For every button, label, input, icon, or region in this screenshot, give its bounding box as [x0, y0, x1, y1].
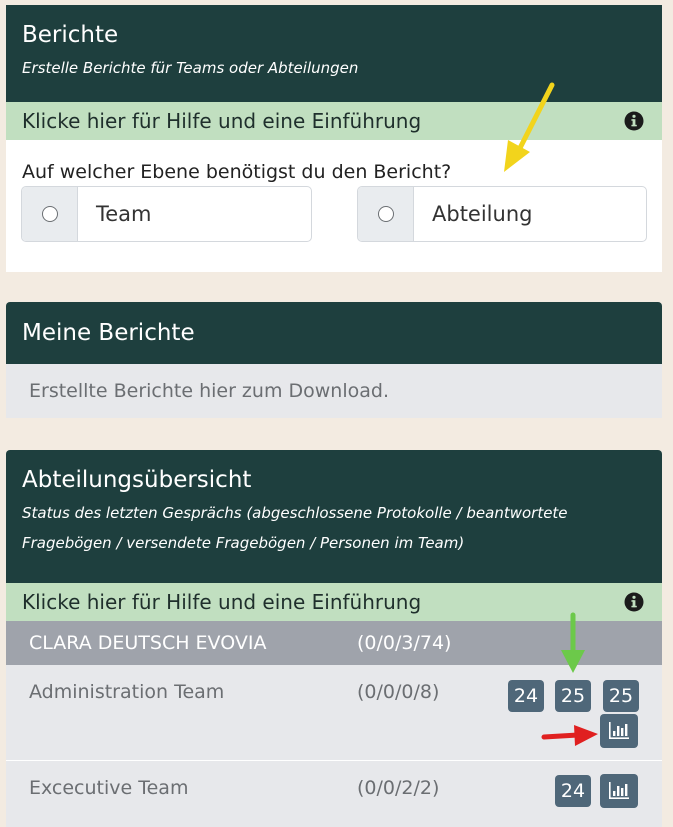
berichte-title: Berichte [22, 22, 119, 48]
abteilungsuebersicht-title: Abteilungsübersicht [22, 467, 252, 493]
option-abteilung[interactable]: Abteilung [357, 186, 647, 242]
option-team-radio-area[interactable] [22, 187, 78, 241]
bar-chart-icon [609, 782, 629, 799]
team-report-chart-button[interactable] [600, 774, 638, 808]
abteilungsuebersicht-help-text: Klicke hier für Hilfe und eine Einführun… [22, 590, 422, 614]
team-stats: (0/0/0/8) [357, 681, 440, 703]
red-arrow [541, 725, 598, 746]
department-name: CLARA DEUTSCH EVOVIA [29, 632, 267, 654]
info-circle-icon[interactable] [624, 111, 644, 131]
radio-abteilung[interactable] [377, 206, 394, 222]
radio-team[interactable] [41, 206, 58, 222]
option-abteilung-radio-area[interactable] [358, 187, 414, 241]
abteilungsuebersicht-header: Abteilungsübersicht Status des letzten G… [6, 450, 662, 583]
week-badge[interactable]: 24 [508, 680, 544, 712]
berichte-header: Berichte Erstelle Berichte für Teams ode… [6, 5, 662, 102]
meine-berichte-empty-row: Erstellte Berichte hier zum Download. [6, 364, 662, 418]
berichte-help-bar[interactable]: Klicke hier für Hilfe und eine Einführun… [6, 102, 662, 140]
meine-berichte-title: Meine Berichte [22, 319, 195, 346]
option-team[interactable]: Team [21, 186, 312, 242]
yellow-arrow [504, 82, 555, 172]
department-stats: (0/0/3/74) [357, 632, 452, 654]
meine-berichte-card: Meine Berichte Erstellte Berichte hier z… [6, 302, 662, 418]
week-badge[interactable]: 25 [555, 680, 591, 712]
team-name: Administration Team [29, 681, 225, 703]
abteilungsuebersicht-subtitle-1: Status des letzten Gesprächs (abgeschlos… [22, 504, 568, 522]
option-team-label: Team [96, 202, 152, 226]
info-circle-icon[interactable] [624, 592, 644, 612]
team-stats: (0/0/2/2) [357, 777, 440, 799]
week-badge[interactable]: 25 [603, 680, 639, 712]
team-name: Excecutive Team [29, 777, 189, 799]
team-report-chart-button[interactable] [600, 714, 638, 748]
team-row: Excecutive Team (0/0/2/2) 24 [6, 761, 662, 827]
berichte-subtitle: Erstelle Berichte für Teams oder Abteilu… [22, 59, 359, 77]
meine-berichte-empty-text: Erstellte Berichte hier zum Download. [29, 380, 389, 402]
green-arrow [561, 612, 585, 673]
meine-berichte-header: Meine Berichte [6, 302, 662, 364]
report-level-question: Auf welcher Ebene benötigst du den Beric… [22, 161, 452, 183]
option-abteilung-label: Abteilung [432, 202, 533, 226]
bar-chart-icon [609, 722, 629, 739]
abteilungsuebersicht-subtitle-2: Fragebögen / versendete Fragebögen / Per… [22, 534, 465, 552]
berichte-help-text: Klicke hier für Hilfe und eine Einführun… [22, 109, 422, 133]
week-badge[interactable]: 24 [555, 775, 591, 807]
